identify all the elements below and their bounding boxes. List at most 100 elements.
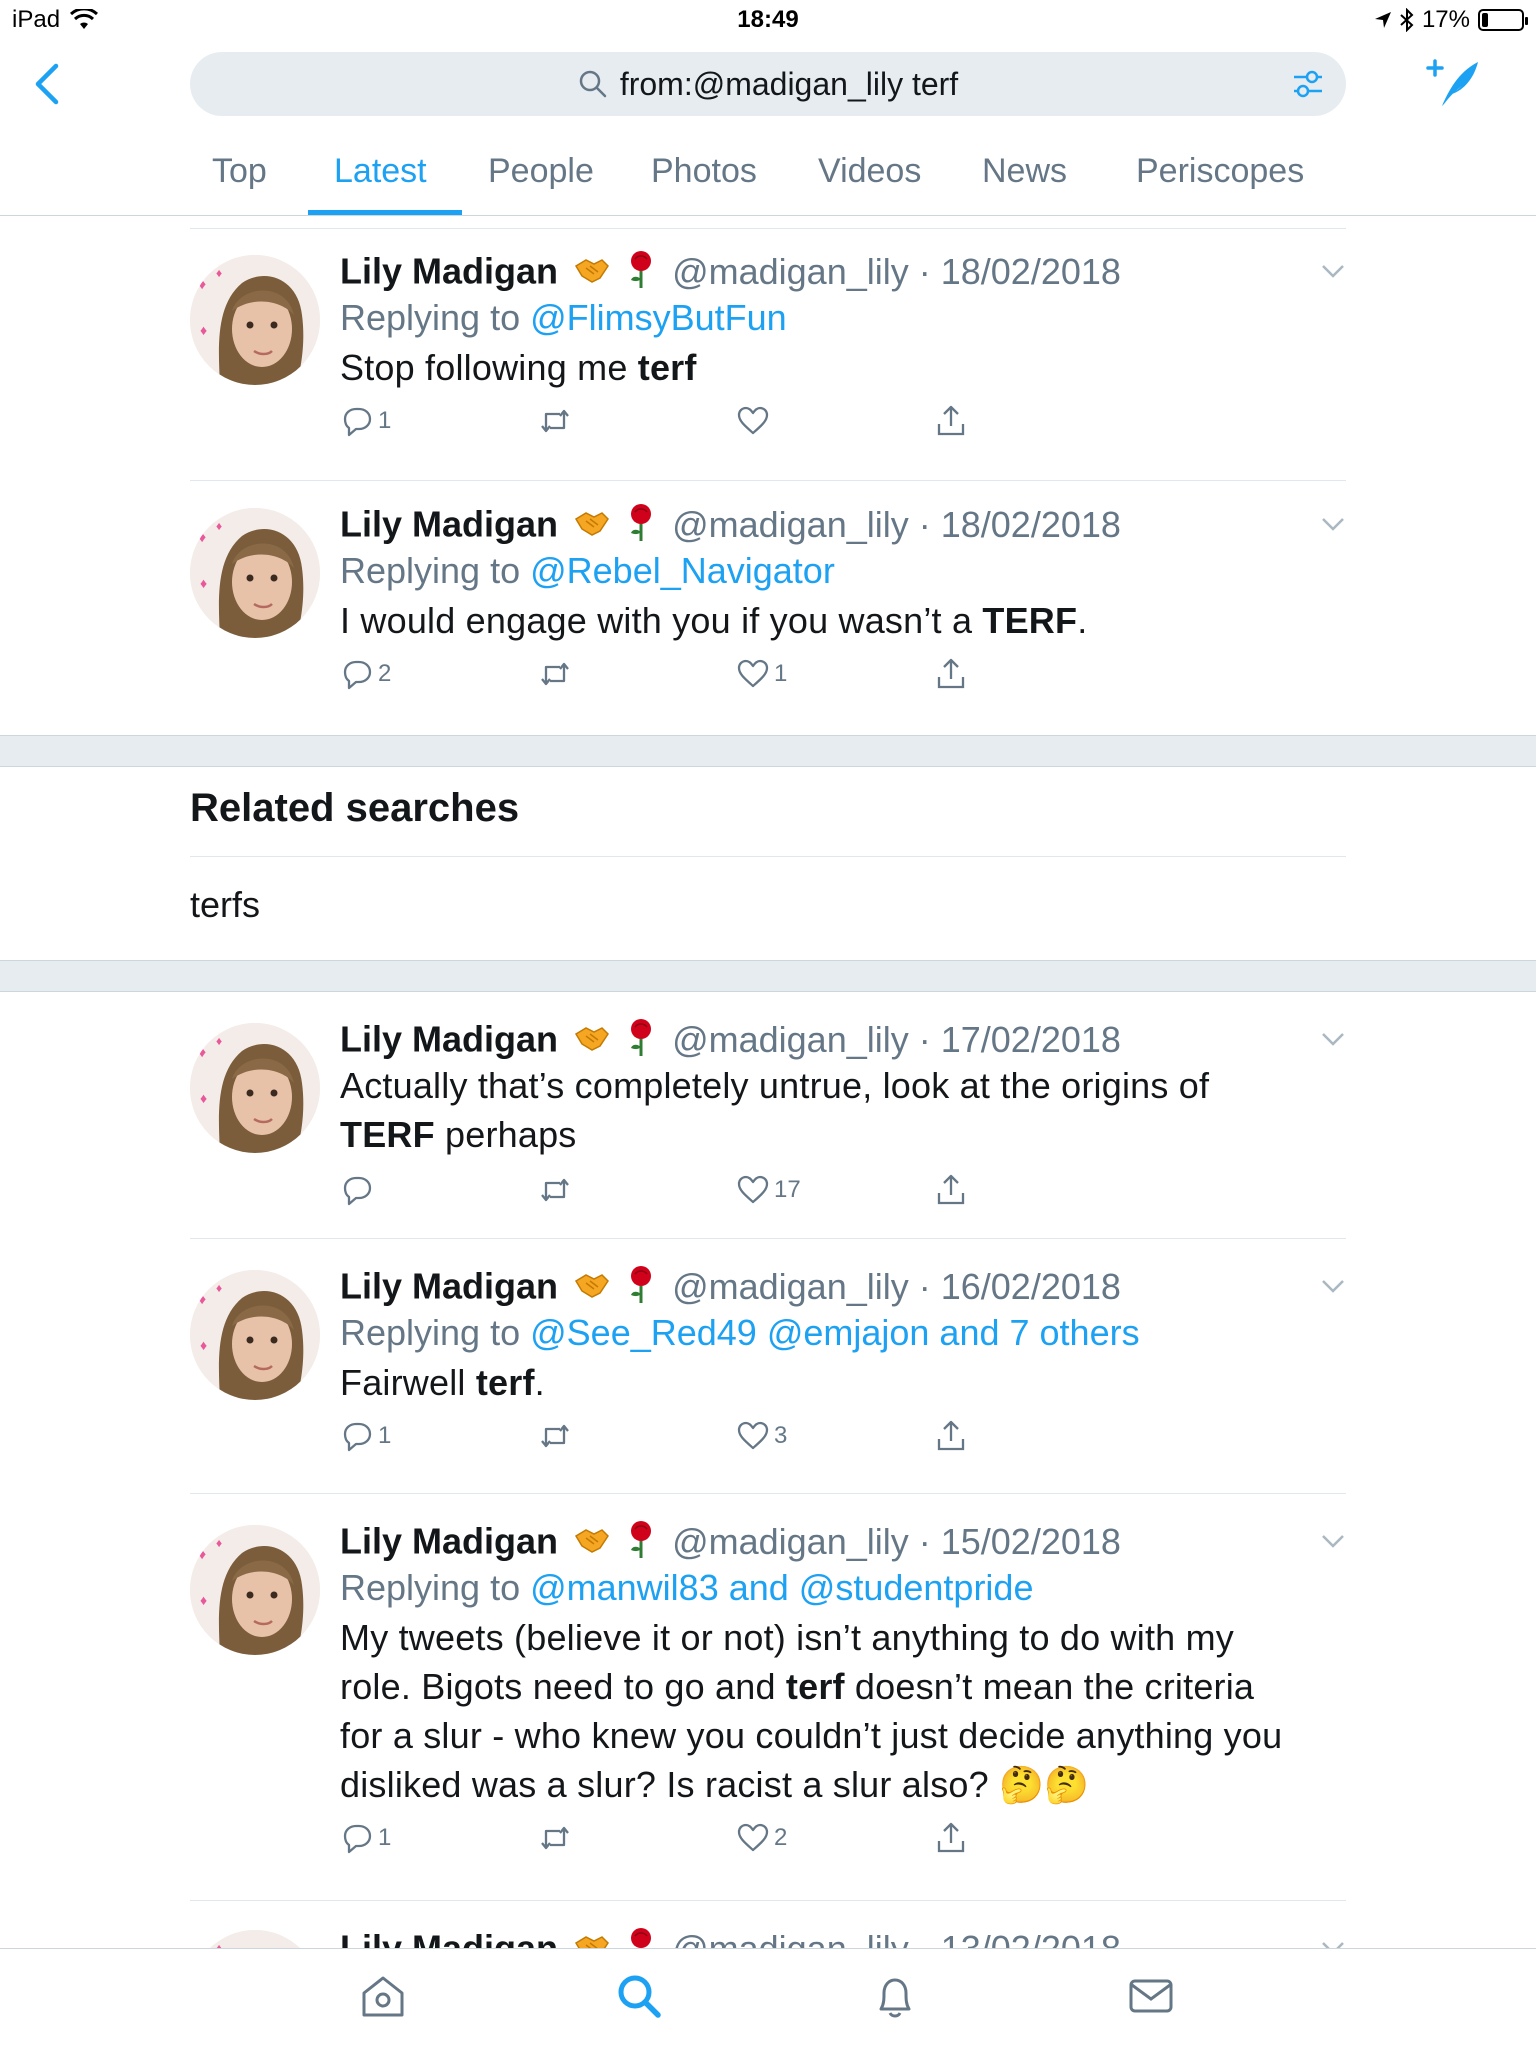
location-icon	[1374, 12, 1391, 28]
retweet-button[interactable]	[538, 1419, 572, 1453]
filter-sliders-icon[interactable]	[1292, 68, 1324, 100]
tweet[interactable]: ♦ ♦ ♦ Lily Madigan @madigan_lily · 18/02/2…	[190, 482, 1346, 734]
chevron-down-icon[interactable]	[1320, 1031, 1346, 1047]
author-name[interactable]: Lily Madigan	[340, 251, 558, 292]
tab-photos[interactable]: Photos	[651, 152, 757, 191]
tab-latest[interactable]: Latest	[334, 152, 427, 191]
author-name[interactable]: Lily Madigan	[340, 1521, 558, 1562]
avatar[interactable]: ♦♦♦	[190, 1270, 320, 1400]
reply-button[interactable]	[340, 1173, 378, 1207]
reply-count: 1	[378, 1824, 392, 1851]
reply-count: 1	[378, 407, 392, 434]
section-separator	[0, 960, 1536, 992]
share-button[interactable]	[934, 1419, 968, 1453]
like-button[interactable]: 17	[736, 1173, 801, 1207]
back-chevron-icon[interactable]	[30, 62, 64, 106]
replying-to-label: Replying to	[340, 297, 531, 338]
author-name[interactable]: Lily Madigan	[340, 1019, 558, 1060]
share-button[interactable]	[934, 657, 968, 691]
reply-mention-link[interactable]: @FlimsyButFun	[530, 297, 787, 338]
handshake-emoji-icon	[574, 505, 610, 549]
rose-emoji-icon	[626, 1017, 656, 1067]
chevron-down-icon[interactable]	[1320, 1533, 1346, 1549]
tweet-text: Fairwell terf.	[340, 1362, 545, 1403]
related-search-item[interactable]: terfs	[190, 884, 260, 926]
active-tab-indicator	[308, 210, 462, 215]
like-count: 3	[774, 1422, 788, 1449]
avatar[interactable]: ♦♦♦	[190, 1525, 320, 1655]
search-icon[interactable]	[614, 1971, 664, 2021]
tab-news[interactable]: News	[982, 152, 1067, 191]
tweet[interactable]: ♦ ♦ ♦ Lily Madigan @madigan_lily · 17/02/2…	[190, 993, 1346, 1239]
share-button[interactable]	[934, 404, 968, 438]
like-button[interactable]	[736, 404, 774, 438]
reply-button[interactable]: 2	[340, 657, 391, 691]
reply-mention-link[interactable]: @See_Red49 @emjajon and 7 others	[530, 1312, 1139, 1353]
reply-mention-link[interactable]: @Rebel_Navigator	[530, 550, 835, 591]
search-icon	[579, 70, 607, 98]
like-button[interactable]: 1	[736, 657, 787, 691]
chevron-down-icon[interactable]	[1320, 1278, 1346, 1294]
tweet[interactable]: ♦ ♦ ♦ Lily Madigan @madigan_lily · 15/02/2…	[190, 1495, 1346, 1901]
handshake-emoji-icon	[574, 1267, 610, 1311]
search-input[interactable]: from:@madigan_lily terf	[190, 52, 1346, 116]
reply-button[interactable]: 1	[340, 1419, 391, 1453]
compose-tweet-icon[interactable]	[1424, 58, 1480, 110]
svg-text:♦: ♦	[198, 276, 206, 293]
tweet[interactable]: ♦ ♦ ♦ Lily Madigan @madigan_lily · 18/02/2…	[190, 229, 1346, 481]
tweet[interactable]: ♦ ♦ ♦ Lily Madigan @madigan_lily · 16/02/2…	[190, 1240, 1346, 1494]
heart-icon	[737, 659, 769, 688]
share-button[interactable]	[934, 1821, 968, 1855]
svg-text:♦: ♦	[216, 1281, 222, 1295]
battery-percent: 17%	[1421, 6, 1470, 33]
retweet-button[interactable]	[538, 1821, 572, 1855]
heart-icon	[737, 1175, 769, 1204]
retweet-button[interactable]	[538, 404, 572, 438]
chevron-down-icon[interactable]	[1320, 1940, 1346, 1948]
tab-people[interactable]: People	[488, 152, 594, 191]
status-time: 18:49	[737, 6, 799, 33]
share-button[interactable]	[934, 1173, 968, 1207]
avatar[interactable]: ♦♦♦	[190, 508, 320, 638]
tweet-text: Stop following me terf	[340, 347, 697, 388]
bluetooth-icon	[1400, 8, 1414, 32]
avatar[interactable]: ♦♦♦	[190, 1023, 320, 1153]
reply-button[interactable]: 1	[340, 404, 391, 438]
author-name[interactable]: Lily Madigan	[340, 1928, 558, 1948]
messages-envelope-icon[interactable]	[1126, 1971, 1176, 2021]
like-button[interactable]: 3	[736, 1419, 787, 1453]
tab-videos[interactable]: Videos	[818, 152, 921, 191]
home-icon[interactable]	[358, 1971, 408, 2021]
svg-text:♦: ♦	[216, 519, 222, 533]
share-icon	[937, 1174, 965, 1205]
avatar[interactable]: ♦♦♦	[190, 255, 320, 385]
retweet-button[interactable]	[538, 1173, 572, 1207]
tab-periscopes[interactable]: Periscopes	[1136, 152, 1304, 191]
retweet-button[interactable]	[538, 657, 572, 691]
tweet-actions: 1	[340, 404, 1346, 454]
retweet-icon	[541, 409, 569, 433]
avatar[interactable]: ♦♦♦	[190, 1930, 320, 1948]
chevron-down-icon[interactable]	[1320, 516, 1346, 532]
tweet[interactable]: ♦♦♦ Lily Madigan @madigan_lily · 13/02/2…	[190, 1902, 1346, 1948]
author-name[interactable]: Lily Madigan	[340, 1266, 558, 1307]
chevron-down-icon[interactable]	[1320, 263, 1346, 279]
reply-mention-link[interactable]: @manwil83 and @studentpride	[530, 1567, 1033, 1608]
reply-count: 2	[378, 660, 392, 687]
reply-icon	[343, 1422, 372, 1452]
tweet-actions: 17	[340, 1173, 1346, 1223]
handle-date: @madigan_lily · 13/02/2018	[672, 1928, 1121, 1948]
svg-text:♦: ♦	[216, 266, 222, 280]
reply-button[interactable]: 1	[340, 1821, 391, 1855]
like-count: 2	[774, 1824, 788, 1851]
author-name[interactable]: Lily Madigan	[340, 504, 558, 545]
related-searches-title: Related searches	[190, 786, 520, 830]
svg-text:♦: ♦	[200, 1592, 207, 1608]
tab-top[interactable]: Top	[212, 152, 267, 191]
notifications-bell-icon[interactable]	[870, 1971, 920, 2021]
like-button[interactable]: 2	[736, 1821, 787, 1855]
battery-icon	[1478, 9, 1528, 31]
like-count: 17	[774, 1176, 801, 1203]
share-icon	[937, 405, 965, 436]
handle-date: @madigan_lily · 18/02/2018	[672, 503, 1121, 545]
